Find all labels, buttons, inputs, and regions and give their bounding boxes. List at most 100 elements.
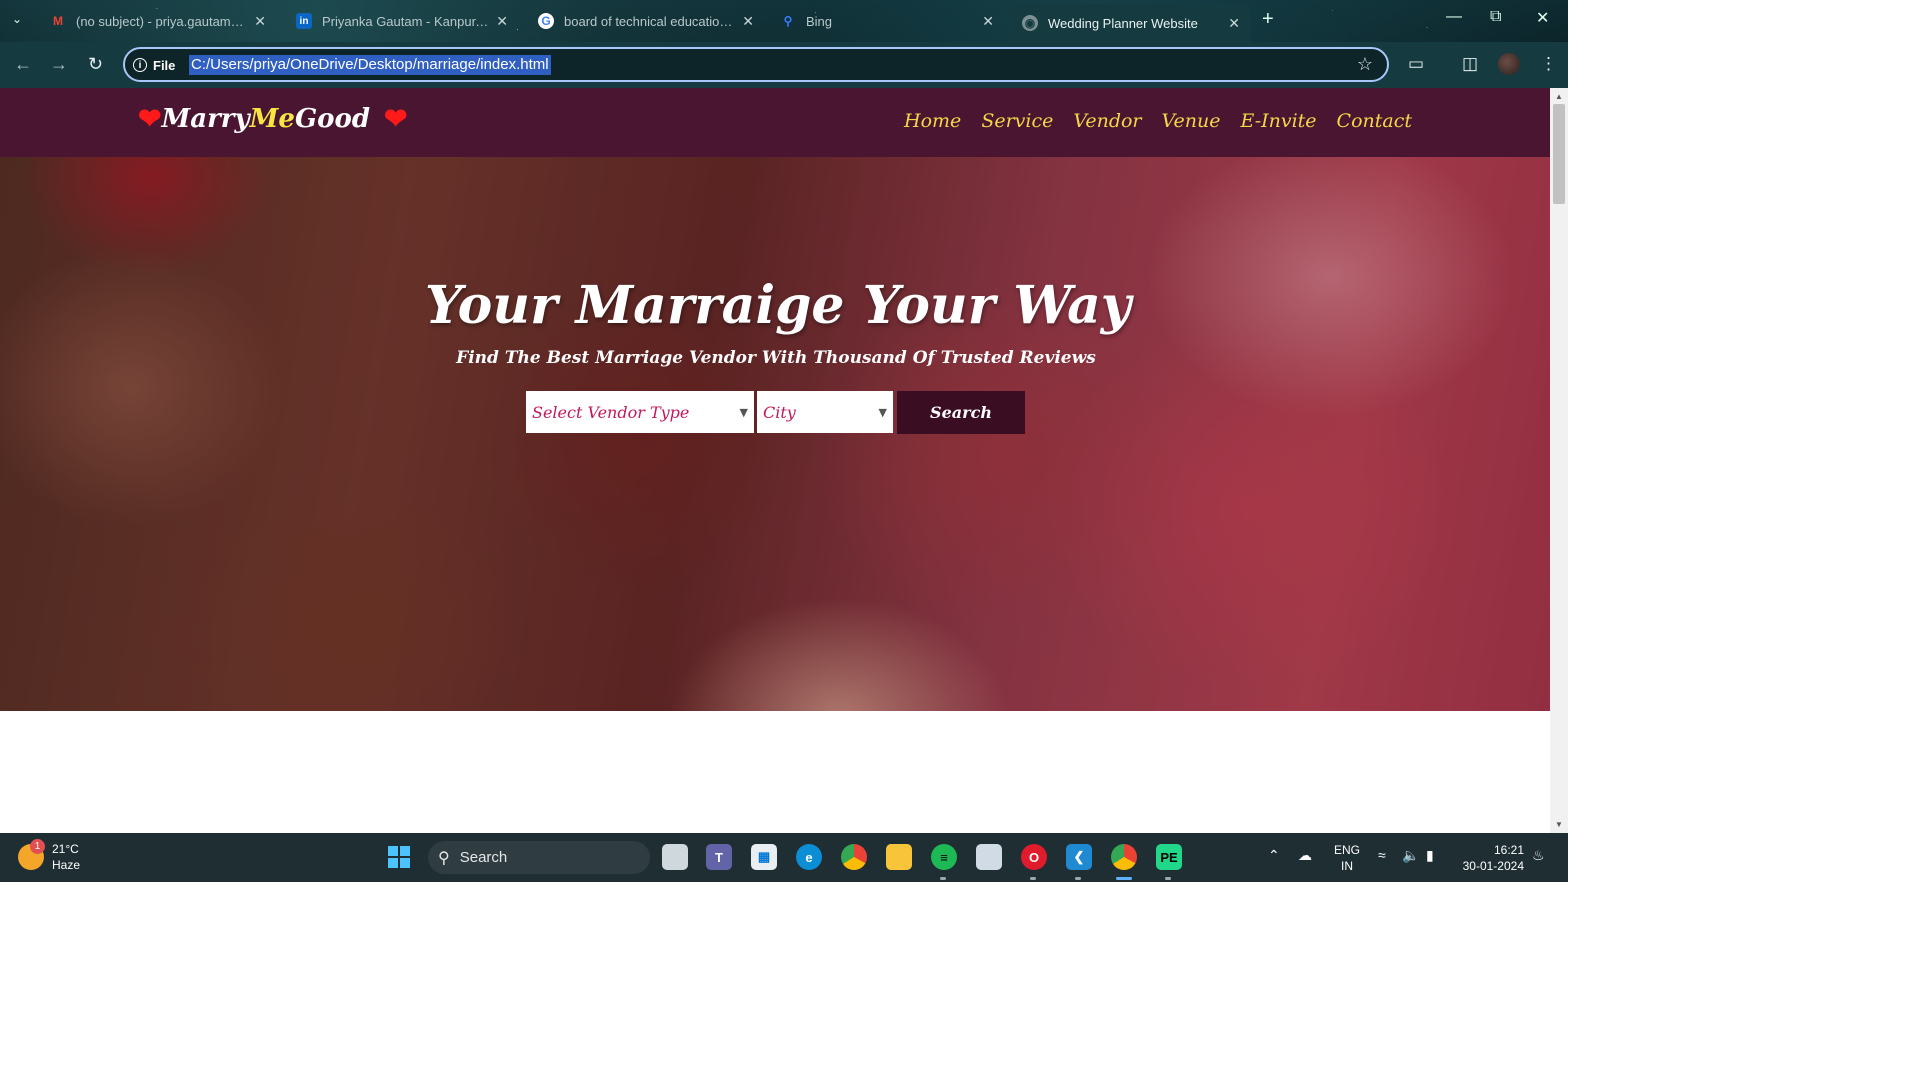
running-indicator [1165, 877, 1171, 880]
restore-icon[interactable]: ⧉ [1490, 8, 1501, 26]
notification-badge: 1 [30, 839, 45, 854]
nav-vendor[interactable]: Vendor [1073, 110, 1141, 132]
task-view-icon[interactable] [662, 844, 688, 870]
forward-arrow-icon[interactable]: → [50, 54, 68, 75]
battery-icon[interactable]: ▮ [1426, 847, 1434, 864]
side-panel-icon[interactable]: ◫ [1462, 54, 1478, 74]
hero-photo-overlay [0, 157, 1550, 711]
weather-temp: 21°C [52, 842, 79, 856]
chrome-icon[interactable] [841, 844, 867, 870]
url-text[interactable]: C:/Users/priya/OneDrive/Desktop/marriage… [189, 55, 551, 75]
app-icon[interactable] [976, 844, 1002, 870]
site-navbar: ❤ Marry Me Good ❤ Home Service Vendor Venu… [0, 88, 1550, 157]
vendor-type-value: Select Vendor Type [532, 402, 690, 422]
opera-icon[interactable]: O [1021, 844, 1047, 870]
city-value: City [763, 402, 796, 422]
edge-icon[interactable]: e [796, 844, 822, 870]
weather-widget[interactable]: 1 21°C Haze [18, 839, 81, 873]
close-window-icon[interactable]: ✕ [1536, 8, 1549, 28]
tab-close-icon[interactable]: ✕ [982, 13, 994, 30]
nav-venue[interactable]: Venue [1162, 110, 1221, 132]
globe-icon: ◉ [1022, 15, 1038, 31]
nav-e-invite[interactable]: E-Invite [1240, 110, 1316, 132]
tab-linkedin[interactable]: in Priyanka Gautam - Kanpur, Uttar ✕ [286, 6, 518, 36]
extensions-icon[interactable]: ▭ [1408, 54, 1424, 74]
tab-search-chevron-icon[interactable]: ⌄ [12, 12, 22, 26]
weather-sun-icon: 1 [18, 839, 45, 870]
bookmark-star-icon[interactable]: ☆ [1357, 54, 1373, 75]
tab-close-icon[interactable]: ✕ [496, 13, 508, 30]
brand-marry: Marry [161, 103, 250, 134]
file-explorer-icon[interactable] [886, 844, 912, 870]
tab-close-icon[interactable]: ✕ [1228, 15, 1240, 32]
tab-title: Wedding Planner Website [1048, 15, 1198, 31]
scroll-down-icon[interactable]: ▼ [1555, 820, 1563, 829]
hero-title: Your Marraige Your Way [424, 275, 1131, 336]
site-info-button[interactable]: i File [133, 55, 175, 75]
browser-toolbar: ← → ↻ i File C:/Users/priya/OneDrive/Des… [0, 42, 1568, 88]
weather-condition: Haze [52, 858, 81, 872]
tab-google[interactable]: G board of technical education lu ✕ [528, 6, 764, 36]
google-icon: G [538, 13, 554, 29]
hero-banner: Your Marraige Your Way Find The Best Mar… [0, 157, 1550, 711]
scheme-label: File [153, 57, 176, 73]
clock-date: 30-01-2024 [1462, 859, 1524, 873]
city-select[interactable]: City ▼ [757, 391, 893, 433]
running-indicator [1030, 877, 1036, 880]
search-icon: ⚲ [438, 849, 450, 867]
nav-contact[interactable]: Contact [1337, 110, 1412, 132]
new-tab-plus-icon[interactable]: + [1262, 8, 1274, 31]
windows-taskbar: 1 21°C Haze ⚲ Search T ▦ e ≡ O ❮ PE ⌃ ☁ … [0, 833, 1568, 882]
scrollbar-thumb[interactable] [1553, 104, 1565, 204]
taskbar-search[interactable]: ⚲ Search [428, 841, 650, 874]
menu-kebab-icon[interactable]: ⋮ [1540, 54, 1557, 74]
vscode-icon[interactable]: ❮ [1066, 844, 1092, 870]
system-clock[interactable]: 16:21 30-01-2024 [1458, 842, 1524, 874]
chrome-active-icon[interactable] [1111, 844, 1137, 870]
scroll-up-icon[interactable]: ▲ [1555, 92, 1563, 101]
back-arrow-icon[interactable]: ← [14, 54, 32, 75]
chevron-down-icon: ▼ [878, 405, 887, 419]
tab-close-icon[interactable]: ✕ [254, 13, 266, 30]
volume-icon[interactable]: 🔈 [1402, 847, 1419, 864]
page-scrollbar[interactable]: ▲ ▼ [1550, 88, 1568, 833]
hero-subtitle: Find The Best Marriage Vendor With Thous… [456, 348, 1096, 368]
vendor-type-select[interactable]: Select Vendor Type ▼ [526, 391, 754, 433]
tab-wedding-planner[interactable]: ◉ Wedding Planner Website ✕ [1012, 4, 1250, 42]
gmail-icon: M [53, 14, 63, 28]
pycharm-icon[interactable]: PE [1156, 844, 1182, 870]
site-logo[interactable]: ❤ Marry Me Good ❤ [138, 102, 407, 135]
teams-icon[interactable]: T [706, 844, 732, 870]
brand-me: Me [249, 103, 295, 134]
nav-home[interactable]: Home [904, 110, 961, 132]
tray-overflow-chevron-icon[interactable]: ⌃ [1268, 847, 1280, 864]
active-indicator [1116, 877, 1132, 880]
main-menu: Home Service Vendor Venue E-Invite Conta… [904, 110, 1412, 132]
bing-icon: ⚲ [783, 14, 793, 28]
profile-avatar[interactable] [1498, 53, 1520, 75]
web-page: ❤ Marry Me Good ❤ Home Service Vendor Venu… [0, 88, 1550, 833]
running-indicator [940, 877, 946, 880]
brand-good: Good [294, 103, 371, 134]
onedrive-cloud-icon[interactable]: ☁ [1298, 847, 1312, 864]
spotify-icon[interactable]: ≡ [931, 844, 957, 870]
notification-bell-icon[interactable]: ♨ [1532, 847, 1545, 864]
address-bar[interactable]: i File C:/Users/priya/OneDrive/Desktop/m… [123, 47, 1389, 82]
info-icon: i [133, 58, 147, 72]
store-icon[interactable]: ▦ [751, 844, 777, 870]
windows-start-icon[interactable] [386, 844, 412, 870]
heart-icon: ❤ [138, 102, 162, 135]
vendor-search-form: Select Vendor Type ▼ City ▼ Search [526, 391, 1025, 434]
language-indicator[interactable]: ENG IN [1334, 842, 1360, 874]
tab-bing[interactable]: ⚲ Bing ✕ [770, 6, 1004, 36]
minimize-icon[interactable]: — [1446, 8, 1462, 26]
language-line1: ENG [1334, 843, 1361, 857]
search-button[interactable]: Search [897, 391, 1025, 434]
tab-close-icon[interactable]: ✕ [742, 13, 754, 30]
reload-icon[interactable]: ↻ [88, 54, 103, 75]
tab-gmail[interactable]: M (no subject) - priya.gautam2002 ✕ [40, 6, 276, 36]
wifi-icon[interactable]: ≈ [1378, 847, 1386, 863]
nav-service[interactable]: Service [981, 110, 1053, 132]
tab-title: Priyanka Gautam - Kanpur, Uttar [322, 13, 488, 29]
linkedin-icon: in [296, 13, 312, 29]
